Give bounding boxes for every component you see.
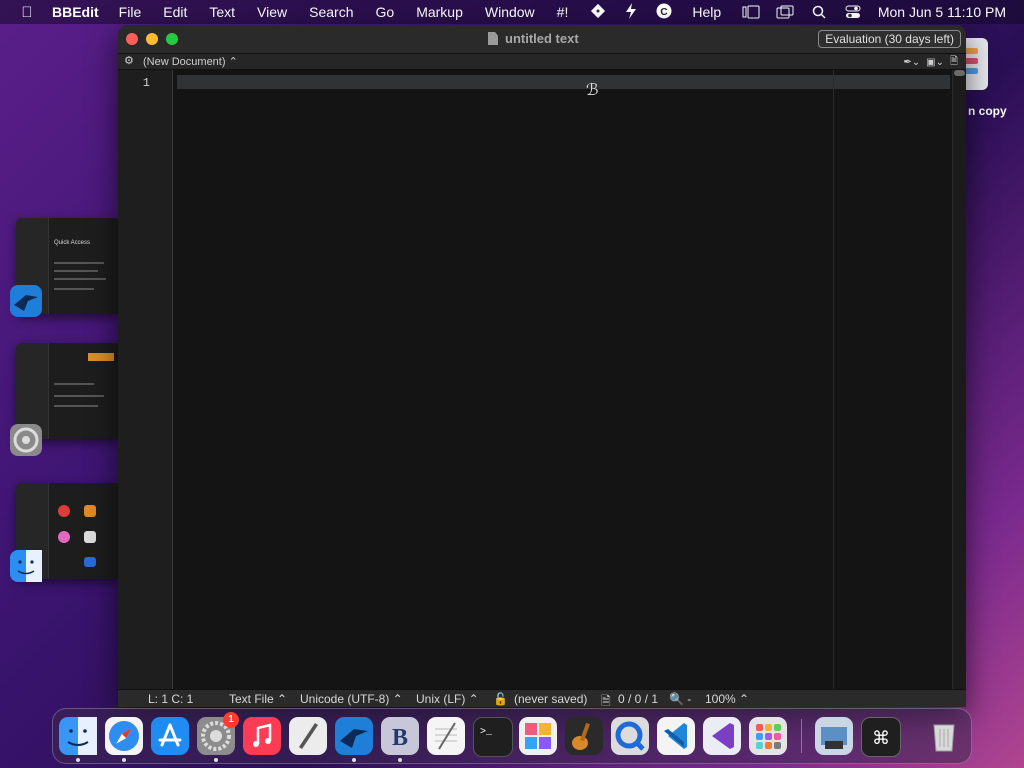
clippings-menu-icon[interactable]: C [656,3,672,22]
control-center-icon[interactable] [842,4,864,20]
menu-app-name[interactable]: BBEdit [52,4,99,20]
bbedit-icon[interactable]: B [381,717,419,755]
split-view-icon[interactable]: ▣⌄ [926,57,944,68]
line-endings-selector[interactable]: Unix (LF) ⌃ [416,692,479,706]
music-icon[interactable] [243,717,281,755]
running-indicator [214,758,218,762]
textedit-icon[interactable] [427,717,465,755]
menu-clock[interactable]: Mon Jun 5 11:10 PM [878,4,1006,20]
zoom-icon[interactable]: 🔍 - [669,692,691,706]
svg-text:C: C [661,7,668,18]
git-menu-icon[interactable] [590,3,606,22]
document-info-icon[interactable]: 🗎 [950,54,958,71]
command-key-icon[interactable]: ⌘ [861,717,901,757]
quicktime-icon[interactable] [611,717,649,755]
status-bar: L: 1 C: 1 Text File ⌃ Unicode (UTF-8) ⌃ … [118,689,966,707]
bbedit-window: untitled text Evaluation (30 days left) … [118,25,966,707]
scripts-menu-icon[interactable] [624,2,638,22]
safari-icon[interactable] [105,717,143,755]
apple-menu-icon[interactable]:  [16,4,38,21]
evaluation-badge[interactable]: Evaluation (30 days left) [818,30,961,48]
system-settings-icon[interactable] [10,424,42,456]
gear-icon[interactable]: ⚙ [124,54,134,67]
running-indicator [122,758,126,762]
minimize-window-button[interactable] [146,33,158,45]
menu-file[interactable]: File [119,4,142,20]
menu-bar:  BBEdit File Edit Text View Search Go M… [0,0,1024,24]
garageband-icon[interactable] [565,717,603,755]
menu-view[interactable]: View [257,4,287,20]
menu-markup[interactable]: Markup [416,4,463,20]
running-indicator [352,758,356,762]
cursor-position[interactable]: L: 1 C: 1 [148,692,193,706]
running-indicator [398,758,402,762]
notification-badge: 1 [223,712,239,728]
document-icon [488,32,498,45]
scrollbar-thumb[interactable] [954,70,965,76]
window-titlebar[interactable]: untitled text Evaluation (30 days left) [118,25,966,54]
text-cursor-icon: ℬ [586,82,599,99]
line-number-gutter: 1 [118,70,173,689]
language-selector[interactable]: Text File ⌃ [229,692,287,706]
pen-icon[interactable]: ✒⌄ [903,57,920,68]
desktop-file-label[interactable]: n copy [968,104,1007,118]
thumbnail-title: Quick Access [54,240,91,246]
lock-icon[interactable]: 🔓 [493,692,508,706]
document-stats[interactable]: 0 / 0 / 1 [618,692,658,706]
menu-help[interactable]: Help [692,4,721,20]
menu-search[interactable]: Search [309,4,353,20]
text-editor-area[interactable] [173,70,952,689]
script-editor-icon[interactable] [289,717,327,755]
menu-window[interactable]: Window [485,4,535,20]
current-line-highlight [177,75,950,89]
pixelmator-icon[interactable] [519,717,557,755]
app-store-icon[interactable] [151,717,189,755]
zoom-level[interactable]: 100% ⌃ [705,692,749,706]
window-title-text: untitled text [505,31,579,46]
menu-edit[interactable]: Edit [163,4,187,20]
terminal-icon[interactable]: >_ [473,717,513,757]
navigation-bar: ⚙ (New Document) ⌃ ✒⌄ ▣⌄ 🗎 [118,54,966,70]
window-title: untitled text [488,31,579,46]
close-window-button[interactable] [126,33,138,45]
launchpad-icon[interactable] [749,717,787,755]
menu-text[interactable]: Text [209,4,235,20]
visual-studio-icon[interactable] [703,717,741,755]
menu-shebang[interactable]: #! [557,4,569,20]
migration-app-icon[interactable] [10,285,42,317]
vscode-icon[interactable] [657,717,695,755]
document-selector[interactable]: (New Document) ⌃ [143,55,238,68]
trash-icon[interactable] [925,717,963,755]
navbar-tools: ✒⌄ ▣⌄ 🗎 [903,54,958,71]
encoding-selector[interactable]: Unicode (UTF-8) ⌃ [300,692,403,706]
menu-go[interactable]: Go [376,4,395,20]
migration-assistant-icon[interactable] [335,717,373,755]
finder-app-icon[interactable] [10,550,42,582]
save-status: (never saved) [514,692,588,706]
svg-text:B: B [392,725,408,751]
running-indicator [76,758,80,762]
spotlight-search-icon[interactable] [808,4,830,20]
dock: 1 B >_ ⌘ [52,708,972,764]
preview-icon[interactable] [815,717,853,755]
finder-icon[interactable] [59,717,97,755]
vertical-scrollbar[interactable] [952,70,966,689]
svg-text:>_: >_ [480,727,493,738]
line-number: 1 [142,76,150,90]
dock-separator [801,719,802,753]
window-icon[interactable] [774,4,796,20]
page-guide-line [833,70,834,689]
document-stats-icon[interactable]: 🗎 [601,692,611,707]
status-menus: Mon Jun 5 11:10 PM [728,0,1006,24]
zoom-window-button[interactable] [166,33,178,45]
stage-manager-icon[interactable] [740,4,762,20]
svg-text:⌘: ⌘ [872,728,890,749]
